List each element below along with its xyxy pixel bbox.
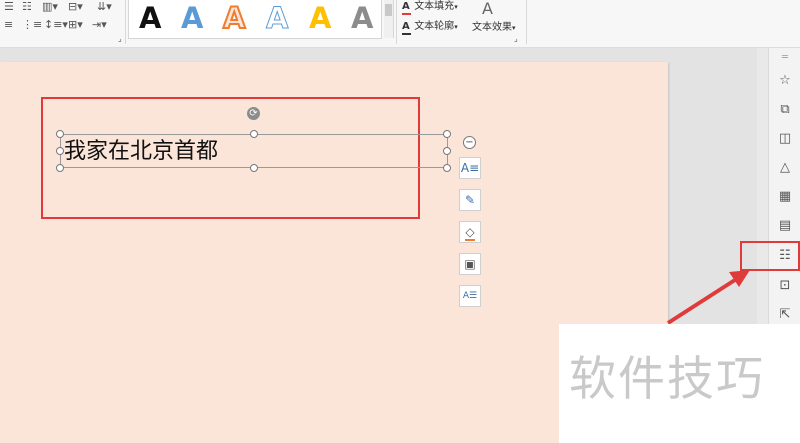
arrow-head	[729, 270, 750, 287]
arrow-shaft	[666, 276, 740, 325]
watermark-text: 软件技巧	[569, 352, 765, 407]
